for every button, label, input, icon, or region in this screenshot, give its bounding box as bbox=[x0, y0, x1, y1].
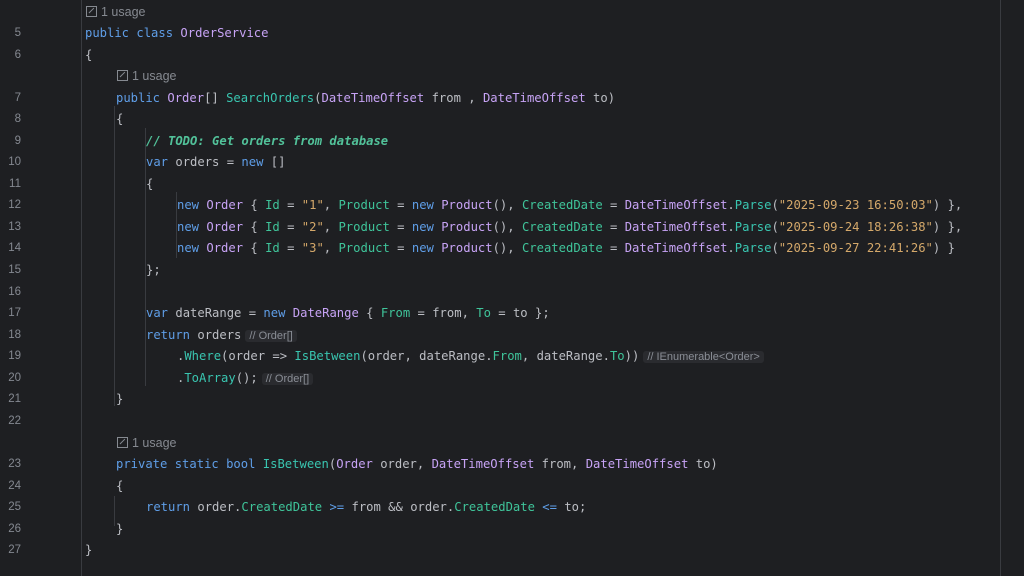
line-number: 15 bbox=[8, 264, 21, 276]
line-number: 13 bbox=[8, 221, 21, 233]
code-line[interactable]: 17 var dateRange = new DateRange { From … bbox=[0, 303, 1024, 323]
line-number: 14 bbox=[8, 242, 21, 254]
code-line[interactable]: 11 { bbox=[0, 174, 1024, 194]
code-line[interactable]: 20 .ToArray();// Order[] bbox=[0, 368, 1024, 388]
usage-arrow-icon bbox=[117, 70, 128, 81]
line-number: 22 bbox=[8, 415, 21, 427]
code-line[interactable]: 7 public Order[] SearchOrders(DateTimeOf… bbox=[0, 88, 1024, 108]
usage-arrow-icon bbox=[117, 437, 128, 448]
code-line[interactable]: 5 public class OrderService bbox=[0, 23, 1024, 43]
line-number: 20 bbox=[8, 372, 21, 384]
line-number: 10 bbox=[8, 156, 21, 168]
line-number: 25 bbox=[8, 501, 21, 513]
line-number: 8 bbox=[14, 113, 21, 125]
order-initializer: new Order { Id = "3", Product = new Prod… bbox=[177, 241, 955, 255]
code-editor[interactable]: 1 usage 1 usage 1 usage 5 public class O… bbox=[0, 0, 1024, 576]
type-hint: // Order[] bbox=[245, 330, 297, 342]
code-line[interactable]: 6 { bbox=[0, 45, 1024, 65]
code-line[interactable]: 23 private static bool IsBetween(Order o… bbox=[0, 454, 1024, 474]
code-line[interactable]: 19 .Where(order => IsBetween(order, date… bbox=[0, 346, 1024, 366]
todo-comment: // TODO: Get orders from database bbox=[146, 134, 389, 148]
brace: } bbox=[85, 543, 93, 557]
line-number: 26 bbox=[8, 523, 21, 535]
method-signature: private static bool IsBetween(Order orde… bbox=[116, 457, 718, 471]
daterange-declaration: var dateRange = new DateRange { From = f… bbox=[146, 306, 550, 320]
line-number: 16 bbox=[8, 286, 21, 298]
order-initializer: new Order { Id = "2", Product = new Prod… bbox=[177, 220, 963, 234]
line-number: 11 bbox=[9, 178, 21, 190]
code-line[interactable]: 24 { bbox=[0, 476, 1024, 496]
usage-hint[interactable]: 1 usage bbox=[117, 433, 176, 453]
code-line[interactable]: 27 } bbox=[0, 540, 1024, 560]
method-signature: public Order[] SearchOrders(DateTimeOffs… bbox=[116, 91, 616, 105]
code-line[interactable]: 16 bbox=[0, 282, 1024, 302]
class-declaration: public class OrderService bbox=[85, 26, 269, 40]
line-number: 23 bbox=[8, 458, 21, 470]
usage-hint[interactable]: 1 usage bbox=[86, 2, 145, 22]
brace: { bbox=[116, 112, 124, 126]
code-line[interactable]: 21 } bbox=[0, 389, 1024, 409]
line-number: 18 bbox=[8, 329, 21, 341]
order-initializer: new Order { Id = "1", Product = new Prod… bbox=[177, 198, 963, 212]
line-number: 19 bbox=[8, 350, 21, 362]
code-line[interactable]: 8 { bbox=[0, 109, 1024, 129]
code-line[interactable]: 22 bbox=[0, 411, 1024, 431]
code-line[interactable]: 26 } bbox=[0, 519, 1024, 539]
line-number: 17 bbox=[8, 307, 21, 319]
return-statement: return orders// Order[] bbox=[146, 325, 297, 346]
line-number: 9 bbox=[14, 135, 21, 147]
type-hint: // Order[] bbox=[261, 373, 314, 385]
brace: { bbox=[146, 177, 154, 191]
code-line[interactable]: 18 return orders// Order[] bbox=[0, 325, 1024, 345]
usage-hint[interactable]: 1 usage bbox=[117, 66, 176, 86]
line-number: 27 bbox=[8, 544, 21, 556]
code-line[interactable]: 25 return order.CreatedDate >= from && o… bbox=[0, 497, 1024, 517]
line-number: 6 bbox=[14, 49, 21, 61]
brace: } bbox=[116, 522, 124, 536]
brace: { bbox=[85, 48, 93, 62]
brace: }; bbox=[146, 263, 161, 277]
code-line[interactable]: 15 }; bbox=[0, 260, 1024, 280]
code-line[interactable]: 9 // TODO: Get orders from database bbox=[0, 131, 1024, 151]
line-number: 12 bbox=[8, 199, 21, 211]
code-line[interactable]: 14 new Order { Id = "3", Product = new P… bbox=[0, 238, 1024, 258]
brace: { bbox=[116, 479, 124, 493]
line-number: 7 bbox=[14, 92, 21, 104]
code-line[interactable]: 13 new Order { Id = "2", Product = new P… bbox=[0, 217, 1024, 237]
line-number: 21 bbox=[8, 393, 21, 405]
toarray-call: .ToArray();// Order[] bbox=[177, 368, 314, 389]
orders-declaration: var orders = new [] bbox=[146, 155, 286, 169]
line-number: 24 bbox=[8, 480, 21, 492]
brace: } bbox=[116, 392, 124, 406]
code-line[interactable]: 12 new Order { Id = "1", Product = new P… bbox=[0, 195, 1024, 215]
code-line[interactable]: 10 var orders = new [] bbox=[0, 152, 1024, 172]
where-call: .Where(order => IsBetween(order, dateRan… bbox=[177, 346, 764, 367]
return-statement: return order.CreatedDate >= from && orde… bbox=[146, 500, 587, 514]
line-number: 5 bbox=[14, 27, 21, 39]
usage-arrow-icon bbox=[86, 6, 97, 17]
type-hint: // IEnumerable<Order> bbox=[643, 351, 764, 363]
